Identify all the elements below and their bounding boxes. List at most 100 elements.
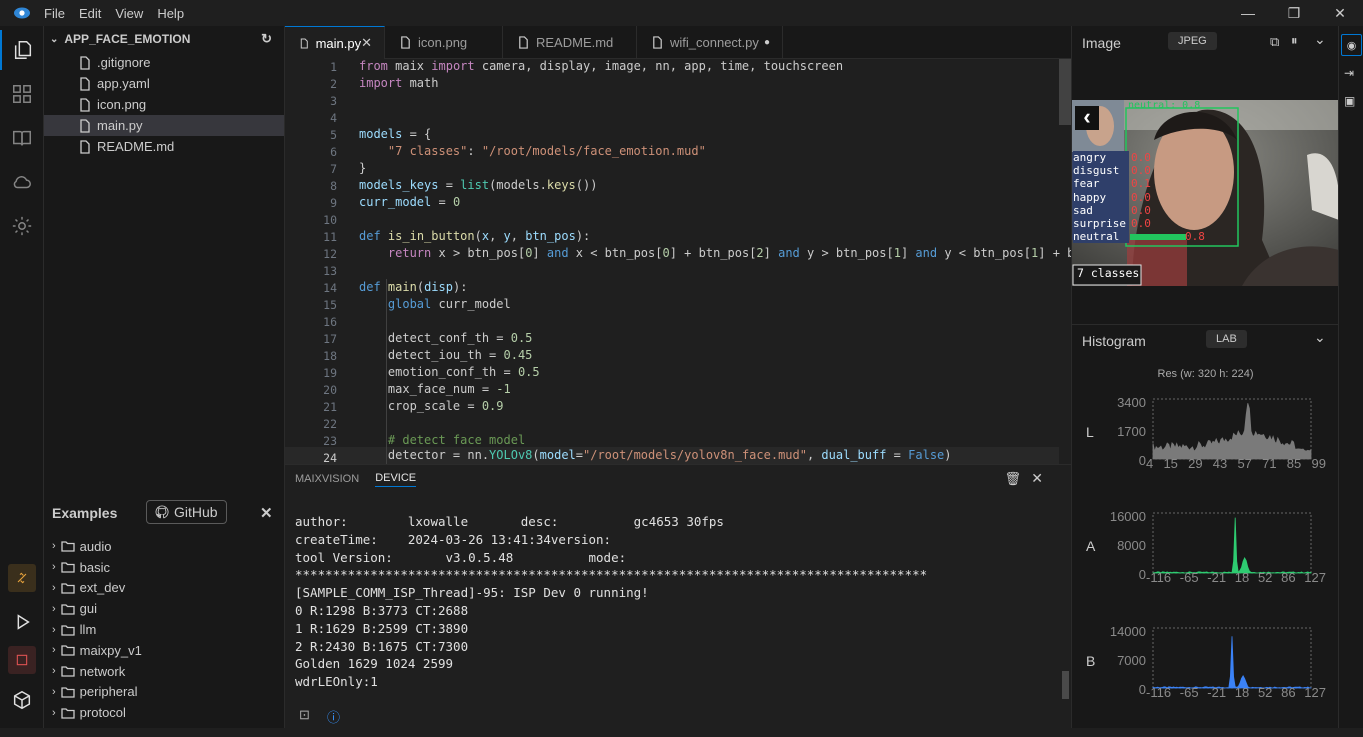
close-examples-icon[interactable]: ✕ <box>260 504 273 522</box>
tab-main-py[interactable]: main.py ✕ <box>285 26 385 59</box>
y-tick-label: 14000 <box>1109 624 1146 639</box>
menu-edit[interactable]: Edit <box>79 6 101 21</box>
example-folder[interactable]: › protocol <box>44 702 284 723</box>
emotion-value: 0.0 <box>1131 151 1151 164</box>
restore-icon[interactable]: ❐ <box>1271 0 1317 26</box>
menu-view[interactable]: View <box>115 6 143 21</box>
emotion-name: happy <box>1073 190 1129 204</box>
histogram-plot <box>1152 627 1312 689</box>
x-tick-label: 85 <box>1286 456 1302 471</box>
close-tab-icon[interactable]: ✕ <box>361 35 372 51</box>
trash-icon[interactable]: 🗑 <box>1004 471 1021 487</box>
y-tick-label: 0 <box>1138 453 1146 468</box>
file-item[interactable]: app.yaml <box>44 73 284 94</box>
y-tick-label: 16000 <box>1109 509 1146 524</box>
tab-label: icon.png <box>418 35 468 50</box>
tab-icon-png[interactable]: icon.png <box>385 26 503 59</box>
x-tick-label: -116 <box>1146 570 1172 585</box>
emotion-value: 0.0 <box>1131 203 1151 217</box>
file-item[interactable]: README.md <box>44 136 284 157</box>
chevron-right-icon: › <box>52 581 56 594</box>
chevron-down-icon[interactable]: ⌄ <box>1314 31 1326 48</box>
example-folder[interactable]: › network <box>44 661 284 682</box>
emotion-row: happy 0.0 <box>1073 190 1205 204</box>
file-item[interactable]: icon.png <box>44 94 284 115</box>
terminal-icon[interactable]: ⊡ <box>299 707 310 723</box>
file-item-active[interactable]: main.py <box>44 115 284 136</box>
file-icon <box>80 118 90 133</box>
project-header[interactable]: ⌄ APP_FACE_EMOTION ↻ <box>44 26 284 52</box>
minimize-icon[interactable]: — <box>1225 0 1271 26</box>
chevron-right-icon: › <box>52 540 56 553</box>
x-tick-label: -116 <box>1146 685 1172 700</box>
explorer-icon[interactable] <box>0 30 44 70</box>
example-folder[interactable]: › gui <box>44 598 284 619</box>
file-item[interactable]: .gitignore <box>44 52 284 73</box>
x-tick-label: 127 <box>1304 685 1326 700</box>
example-folder[interactable]: › audio <box>44 536 284 557</box>
tab-device[interactable]: DEVICE <box>375 472 417 487</box>
emotion-name: sad <box>1073 203 1129 218</box>
colorspace-select[interactable]: LAB <box>1206 330 1247 348</box>
stop-icon[interactable] <box>8 646 36 674</box>
refresh-icon[interactable]: ↻ <box>261 31 272 47</box>
apps-grid-icon[interactable] <box>0 74 44 114</box>
terminal-view-icon[interactable]: ▣ <box>1344 94 1355 108</box>
package-icon[interactable] <box>0 680 44 720</box>
tab-label: wifi_connect.py <box>670 35 759 50</box>
settings-gear-icon[interactable] <box>0 206 44 246</box>
export-icon[interactable]: ⇥ <box>1344 66 1354 80</box>
folder-icon <box>61 562 75 573</box>
terminal-output[interactable]: author: lxowalle desc: gc4653 30fps creat… <box>295 513 927 691</box>
folder-label: peripheral <box>79 684 138 700</box>
camera-icon[interactable]: ◉ <box>1341 34 1362 56</box>
example-folder[interactable]: › ext_dev <box>44 578 284 599</box>
tab-readme[interactable]: README.md <box>503 26 637 59</box>
info-icon[interactable]: ⓘ <box>327 707 340 726</box>
x-tick-label: 86 <box>1281 685 1296 700</box>
tab-label: README.md <box>536 35 614 50</box>
model-switch-button[interactable]: 7 classes <box>1077 266 1139 280</box>
menu-help[interactable]: Help <box>157 6 184 21</box>
close-window-icon[interactable]: ✕ <box>1317 0 1363 26</box>
emotion-value: 0.0 <box>1131 164 1151 178</box>
x-tick-label: -21 <box>1207 570 1227 585</box>
tab-wifi-connect[interactable]: wifi_connect.py ● <box>637 26 783 59</box>
chevron-down-icon: ⌄ <box>50 33 59 45</box>
pause-icon[interactable]: ⏸ <box>1291 33 1298 49</box>
connect-device-icon[interactable] <box>8 564 36 592</box>
x-tick-label: 15 <box>1163 456 1178 471</box>
menu-file[interactable]: File <box>44 6 65 21</box>
cloud-icon[interactable] <box>0 162 44 202</box>
histogram-plot <box>1152 512 1312 574</box>
run-icon[interactable] <box>0 602 44 642</box>
github-button[interactable]: GitHub <box>146 500 227 524</box>
emotion-value: 0.0 <box>1131 190 1151 204</box>
x-tick-label: 71 <box>1262 456 1277 471</box>
camera-preview[interactable]: ‹ neutral: 0.8 angry 0.0 disgust 0.0 fear 0.1… <box>1072 100 1339 286</box>
example-folder[interactable]: › maixpy_v1 <box>44 640 284 661</box>
format-select[interactable]: JPEG <box>1168 32 1217 50</box>
terminal-scrollbar[interactable] <box>1062 671 1069 699</box>
folder-icon <box>61 583 75 594</box>
example-folder[interactable]: › basic <box>44 557 284 578</box>
histogram-area <box>1152 517 1312 574</box>
back-arrow-icon[interactable]: ‹ <box>1075 106 1099 130</box>
emotion-name: fear <box>1073 177 1129 191</box>
y-tick-label: 3400 <box>1117 395 1146 410</box>
code-editor[interactable]: 1 from maix import camera, display, image… <box>285 59 1071 464</box>
close-panel-icon[interactable]: ✕ <box>1031 470 1043 487</box>
book-icon[interactable] <box>0 118 44 158</box>
y-tick-label: 1700 <box>1117 424 1146 439</box>
channel-label: A <box>1086 538 1096 554</box>
example-folder[interactable]: › peripheral <box>44 682 284 703</box>
emotion-list: angry 0.0 disgust 0.0 fear 0.1 happy 0.0 sad 0.0 s… <box>1073 151 1205 244</box>
folder-icon <box>61 624 75 636</box>
chevron-down-icon[interactable]: ⌄ <box>1314 329 1326 346</box>
tab-maixvision[interactable]: MAIXVISION <box>295 473 359 485</box>
unsaved-dot-icon[interactable]: ● <box>764 37 770 48</box>
example-folder[interactable]: › llm <box>44 619 284 640</box>
editor-scrollbar[interactable] <box>1059 59 1071 125</box>
channel-label: L <box>1086 424 1094 440</box>
screenshot-icon[interactable]: ⧉ <box>1270 34 1279 50</box>
